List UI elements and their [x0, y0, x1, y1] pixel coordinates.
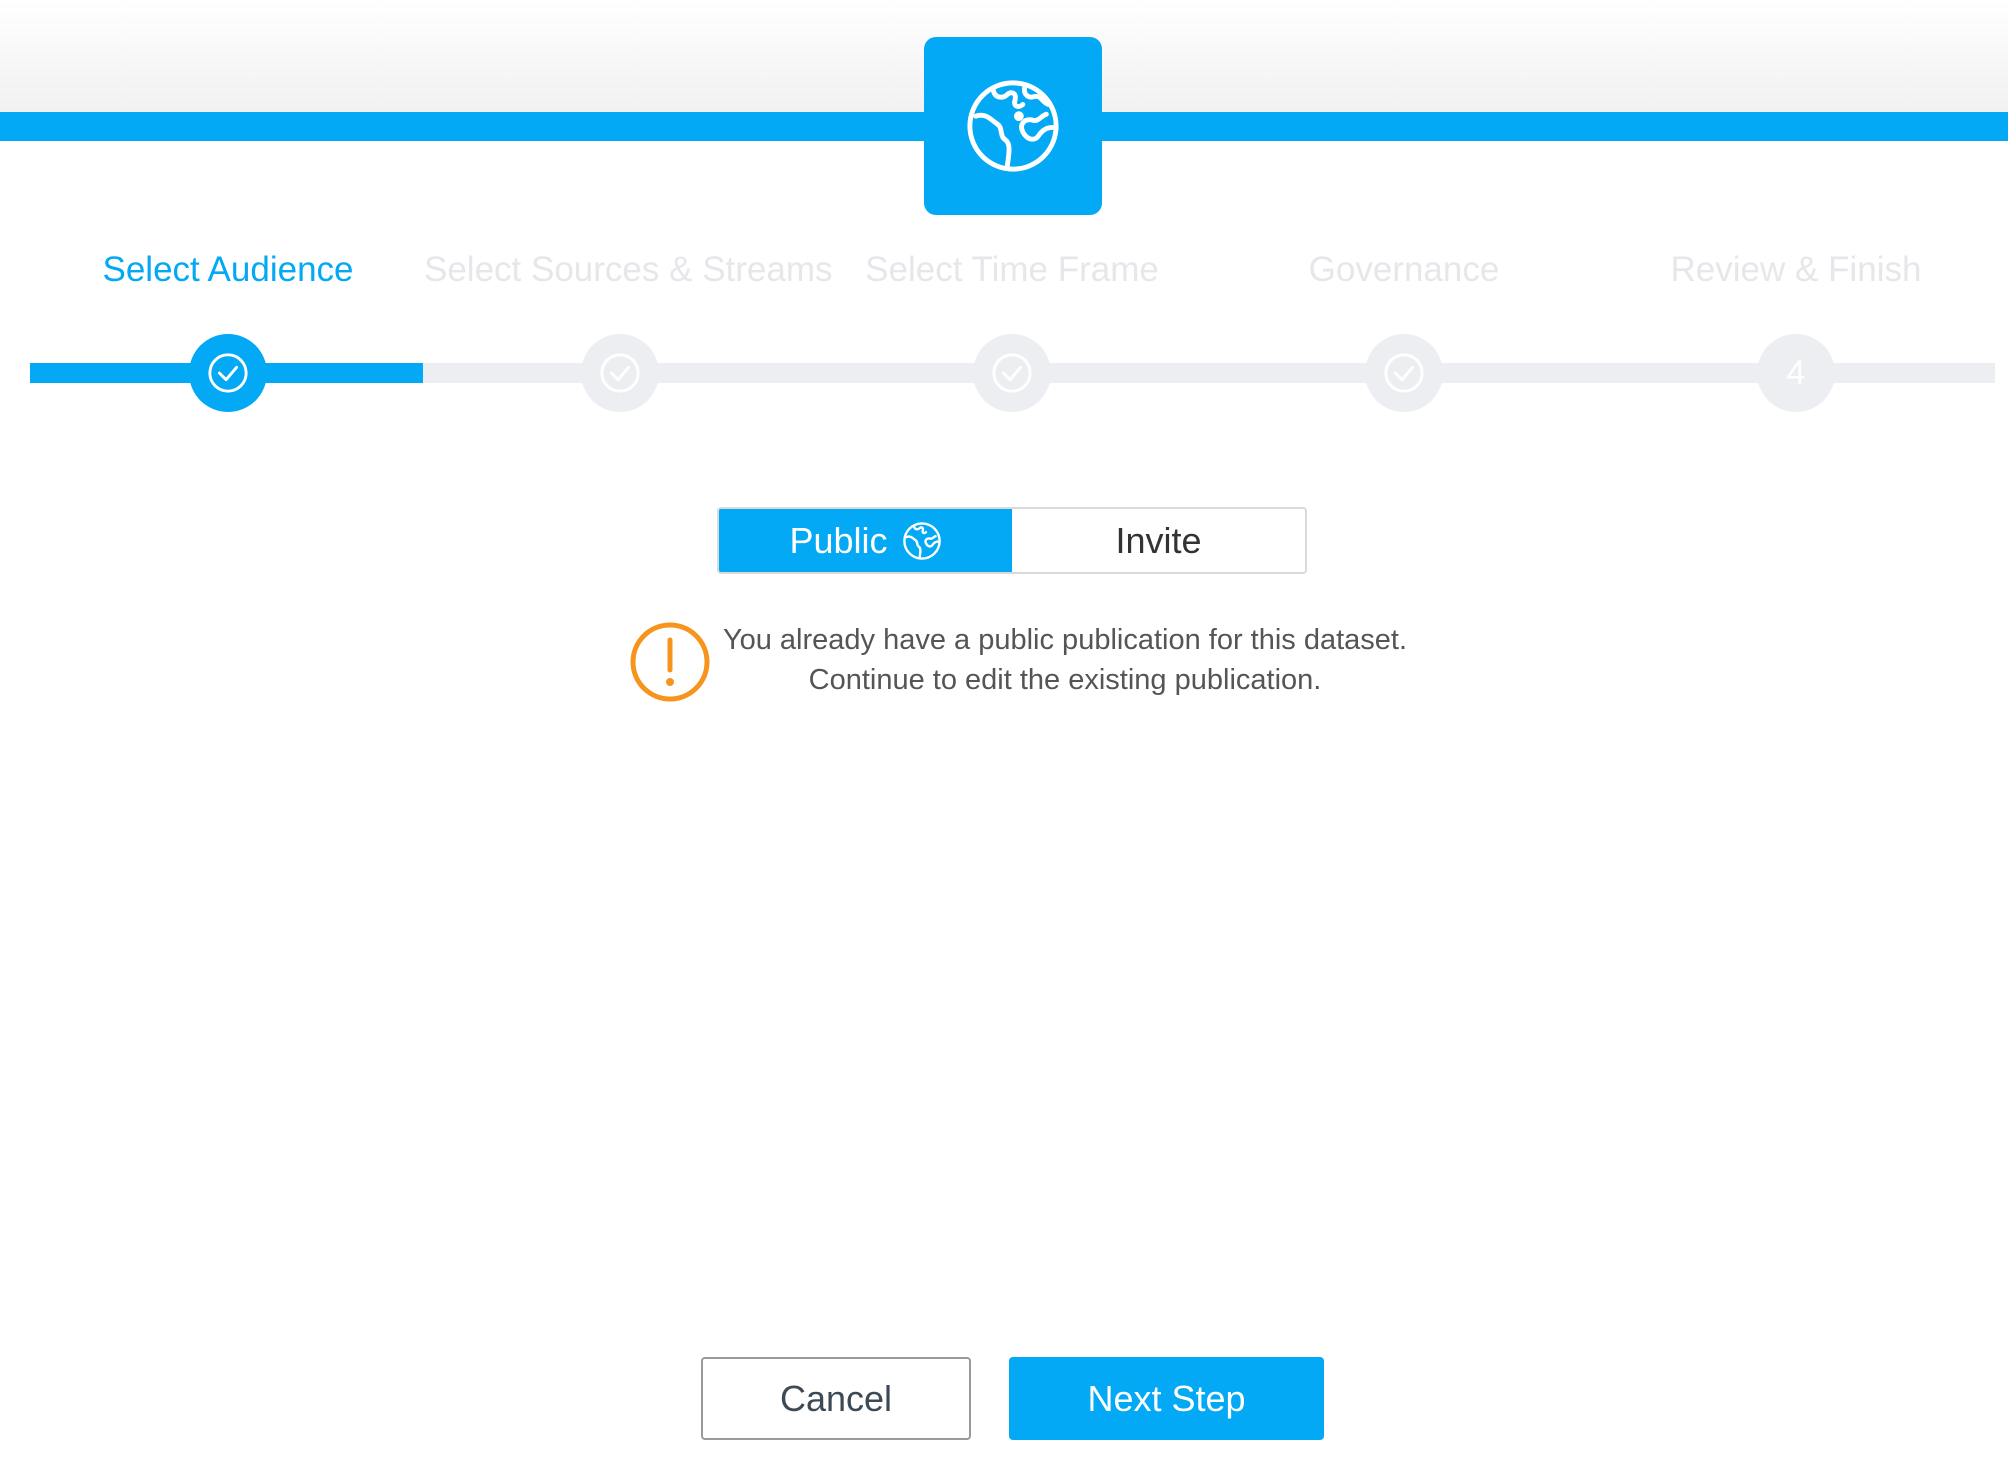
- step-marker-governance[interactable]: [1365, 334, 1443, 412]
- existing-publication-warning: You already have a public publication fo…: [630, 620, 1410, 706]
- invite-option-label: Invite: [1115, 519, 1202, 561]
- step-label-governance[interactable]: Governance: [1208, 250, 1600, 290]
- check-circle-icon: [600, 353, 640, 393]
- step-marker-select-time-frame[interactable]: [973, 334, 1051, 412]
- step-marker-select-sources-streams[interactable]: [581, 334, 659, 412]
- step-label-select-time-frame[interactable]: Select Time Frame: [816, 250, 1208, 290]
- public-option-button[interactable]: Public: [719, 509, 1012, 572]
- warning-line-1: You already have a public publication fo…: [722, 624, 1408, 656]
- globe-icon: [967, 80, 1059, 172]
- check-circle-icon: [992, 353, 1032, 393]
- step-number: 4: [1786, 353, 1806, 392]
- cancel-button[interactable]: Cancel: [701, 1357, 971, 1440]
- step-marker-select-audience[interactable]: [189, 334, 267, 412]
- globe-icon: [902, 521, 941, 560]
- check-circle-icon: [208, 353, 248, 393]
- warning-message: You already have a public publication fo…: [720, 620, 1410, 700]
- step-marker-review-finish[interactable]: 4: [1757, 334, 1835, 412]
- next-step-button[interactable]: Next Step: [1009, 1357, 1324, 1440]
- public-option-label: Public: [789, 519, 888, 561]
- step-label-select-sources-streams[interactable]: Select Sources & Streams: [424, 250, 833, 290]
- invite-option-button[interactable]: Invite: [1012, 509, 1305, 572]
- warning-icon: [630, 622, 710, 702]
- header-icon-badge: [924, 37, 1102, 215]
- step-label-review-finish[interactable]: Review & Finish: [1600, 250, 1992, 290]
- warning-line-2: Continue to edit the existing publicatio…: [808, 664, 1322, 696]
- check-circle-icon: [1384, 353, 1424, 393]
- audience-toggle: Public Invite: [717, 507, 1307, 574]
- step-label-select-audience[interactable]: Select Audience: [32, 250, 424, 290]
